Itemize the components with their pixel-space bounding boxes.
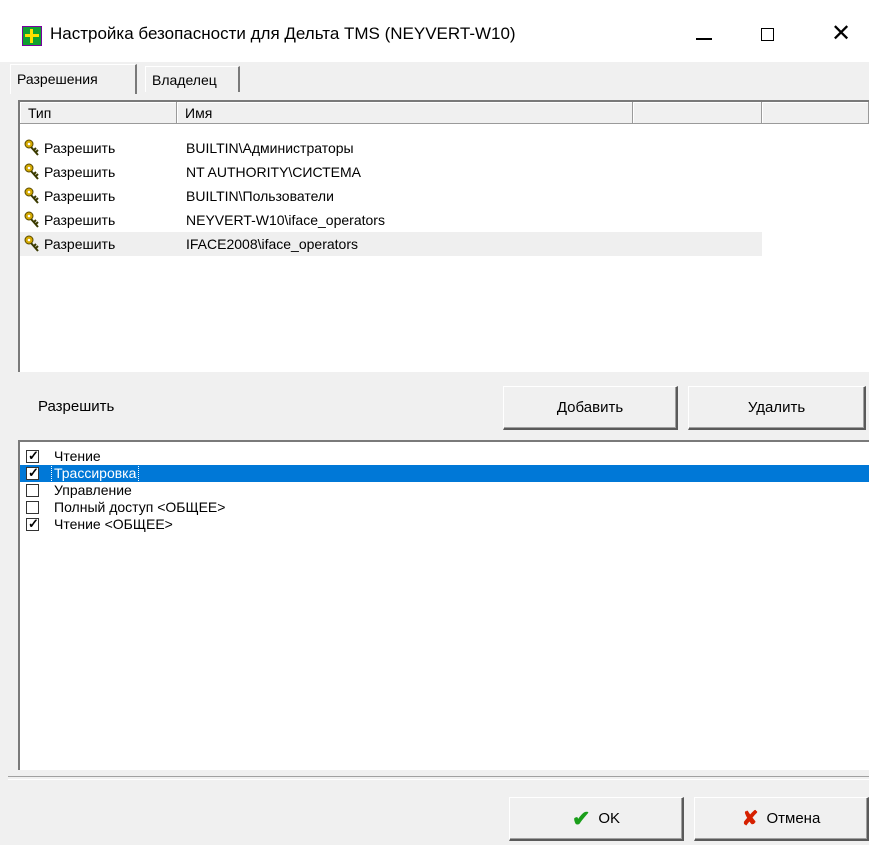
right-item[interactable]: Управление (20, 482, 869, 499)
permission-type: Разрешить (44, 188, 116, 204)
key-icon (24, 211, 39, 228)
right-checkbox[interactable]: ✓ (26, 465, 39, 480)
permission-name: BUILTIN\Администраторы (186, 140, 354, 156)
permission-type: Разрешить (44, 212, 116, 228)
cancel-x-icon: ✘ (741, 807, 759, 830)
minimize-button[interactable] (682, 14, 728, 54)
minimize-icon (696, 38, 712, 40)
permission-row[interactable]: Разрешить BUILTIN\Пользователи (20, 184, 762, 208)
permission-name: BUILTIN\Пользователи (186, 188, 334, 204)
right-checkbox[interactable] (26, 501, 39, 514)
column-header-4[interactable] (762, 102, 869, 124)
ok-checkmark-icon: ✔ (571, 805, 591, 831)
right-item[interactable]: Полный доступ <ОБЩЕЕ> (20, 499, 869, 516)
permission-name: IFACE2008\iface_operators (186, 236, 358, 252)
cancel-button-content: ✘ Отмена (695, 798, 867, 839)
column-header-name[interactable]: Имя (177, 102, 633, 124)
permission-type: Разрешить (44, 236, 116, 252)
permission-row[interactable]: Разрешить IFACE2008\iface_operators (20, 232, 762, 256)
close-button[interactable]: ✕ (818, 14, 864, 54)
column-header-type[interactable]: Тип (20, 102, 177, 124)
ok-label: OK (598, 810, 621, 827)
permission-name: NT AUTHORITY\СИСТЕМА (186, 164, 362, 180)
key-icon (24, 235, 39, 252)
key-icon (24, 163, 39, 180)
rights-list[interactable]: ✓ Чтение ✓ Трассировка Управление Полный… (18, 440, 869, 770)
checkmark-icon: ✓ (28, 516, 39, 531)
column-header-3[interactable] (633, 102, 762, 124)
key-icon (24, 187, 39, 204)
right-item[interactable]: ✓ Трассировка (20, 464, 869, 483)
app-grid-icon (22, 26, 42, 46)
right-label: Чтение <ОБЩЕЕ> (54, 516, 173, 532)
permissions-list[interactable]: Тип Имя Разрешить BUILTIN\Администраторы… (18, 100, 869, 372)
permission-type: Разрешить (44, 140, 116, 156)
right-checkbox[interactable]: ✓ (26, 516, 39, 531)
permission-row[interactable]: Разрешить NT AUTHORITY\СИСТЕМА (20, 160, 762, 184)
right-label: Управление (54, 482, 132, 498)
security-settings-window: Настройка безопасности для Дельта TMS (N… (0, 0, 869, 845)
permission-type: Разрешить (44, 164, 116, 180)
tab-owner[interactable]: Владелец (145, 66, 240, 92)
right-item[interactable]: ✓ Чтение <ОБЩЕЕ> (20, 516, 869, 533)
ok-button[interactable]: ✔ OK (509, 797, 684, 841)
footer-divider (8, 776, 869, 780)
cancel-button[interactable]: ✘ Отмена (694, 797, 869, 841)
title-bar[interactable]: Настройка безопасности для Дельта TMS (N… (0, 0, 869, 62)
ok-button-content: ✔ OK (510, 798, 682, 839)
checkmark-icon: ✓ (28, 448, 39, 463)
permission-row[interactable]: Разрешить BUILTIN\Администраторы (20, 136, 762, 160)
checkmark-icon: ✓ (28, 465, 39, 480)
add-button[interactable]: Добавить (503, 386, 678, 430)
right-checkbox[interactable]: ✓ (26, 448, 39, 463)
right-checkbox[interactable] (26, 484, 39, 497)
tab-strip: Разрешения Владелец (10, 64, 860, 94)
right-label: Трассировка (50, 464, 140, 483)
permission-row[interactable]: Разрешить NEYVERT-W10\iface_operators (20, 208, 762, 232)
right-item[interactable]: ✓ Чтение (20, 448, 869, 465)
remove-button[interactable]: Удалить (688, 386, 866, 430)
key-icon (24, 139, 39, 156)
cancel-label: Отмена (766, 810, 821, 827)
maximize-button[interactable] (745, 14, 791, 54)
maximize-icon (761, 28, 774, 41)
right-label: Чтение (54, 448, 101, 464)
allow-label: Разрешить (38, 398, 115, 415)
tab-permissions[interactable]: Разрешения (10, 64, 137, 94)
close-icon: ✕ (831, 20, 852, 47)
permission-name: NEYVERT-W10\iface_operators (186, 212, 385, 228)
window-title: Настройка безопасности для Дельта TMS (N… (50, 24, 516, 43)
right-label: Полный доступ <ОБЩЕЕ> (54, 499, 226, 515)
